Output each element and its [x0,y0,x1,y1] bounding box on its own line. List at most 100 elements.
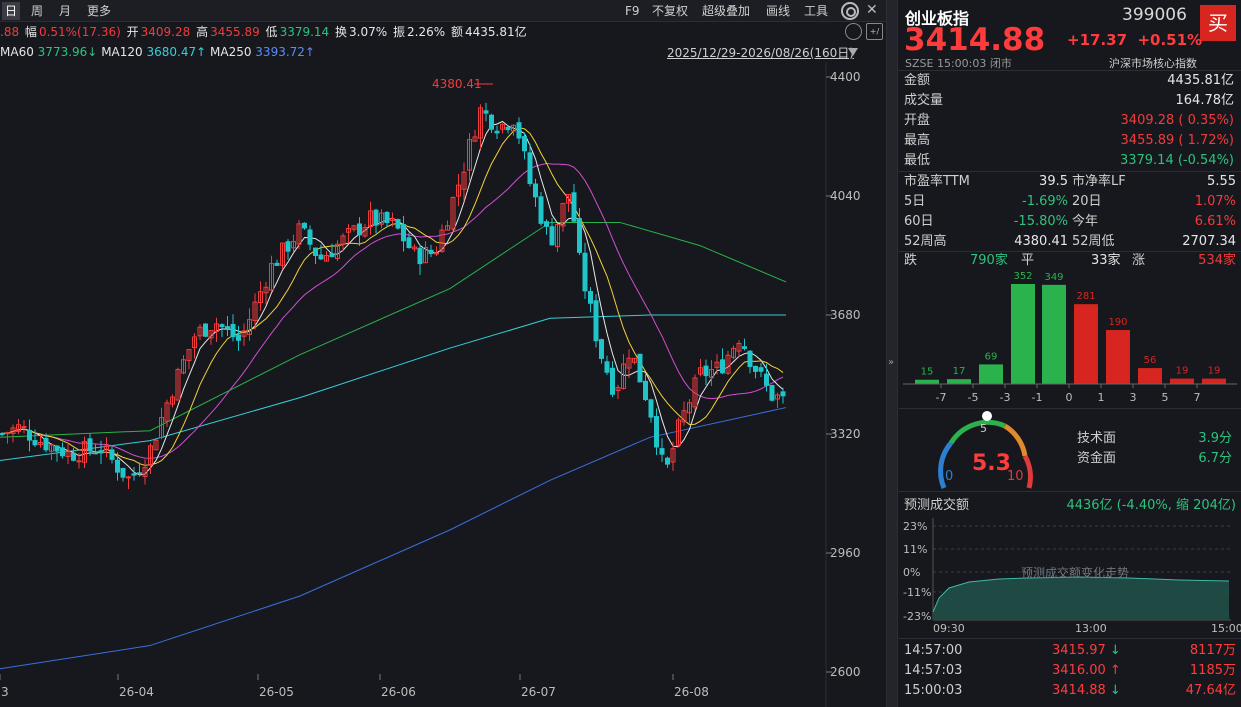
dist-bar [979,364,1003,384]
predict-y-label: -23% [903,610,931,623]
period-day-tab[interactable]: 日 [2,2,21,20]
dist-bar-label: 281 [1076,291,1095,302]
dist-bar-label: 17 [953,366,966,377]
d20-label: 20日 [1072,194,1102,209]
dist-tick-label: 3 [1130,391,1137,404]
y-tick-label: 3320 [830,427,861,441]
dist-tick-label: 5 [1162,391,1169,404]
low52-row: 52周低 2707.34 [1072,232,1236,252]
dist-bar [947,379,971,384]
high-label: 高 [196,25,209,39]
low52-label: 52周低 [1072,234,1115,249]
candle-body [538,196,544,224]
indicator-circle-icon[interactable] [845,23,862,40]
candle-body [318,254,324,260]
dist-bar-label: 349 [1044,272,1063,283]
status-text: 闭市 [989,57,1012,70]
candle-body [494,130,500,134]
candle-body [274,262,280,266]
candle-body [588,291,593,304]
predict-y-label: -11% [903,586,931,599]
y-tick-label: 4400 [830,70,861,84]
ytd-label: 今年 [1072,214,1099,229]
indicator-box-icon[interactable]: +/ [866,23,883,40]
candle-body [357,223,362,236]
candle-body [0,432,5,435]
decline-label: 跌 [904,253,918,268]
change-amount: +17.37 [1067,31,1128,49]
tick-volume: 1185万 [1189,663,1236,678]
pe-row: 市盈率TTM 39.5 [904,172,1068,192]
d20-value: 1.07% [1194,194,1236,209]
period-week-tab[interactable]: 周 [28,2,46,20]
market-status: SZSE 15:00:03 闭市 [905,55,1012,71]
draw-line-button[interactable]: 画线 [766,2,790,20]
gauge-pointer [982,411,992,421]
dist-bar [1042,284,1066,384]
tick-volume: 8117万 [1189,643,1236,658]
candle-body [577,218,582,253]
candle-body [126,476,131,479]
f9-button[interactable]: F9 [625,2,640,20]
candle-body [32,440,38,446]
predict-area [933,577,1229,620]
candle-body [428,249,434,255]
d60-value: -15.80% [1013,214,1068,229]
period-month-tab[interactable]: 月 [56,2,74,20]
buy-button[interactable]: 买 [1200,5,1236,41]
candle-body [659,448,665,455]
dist-bar [1138,368,1162,384]
tick-time: 14:57:03 [904,663,963,678]
candle-body [648,399,654,418]
amount-row-value: 4435.81亿 [1167,73,1234,88]
change-label: 幅 [24,25,37,39]
tick-time: 15:00:03 [904,683,963,698]
candle-body [527,152,533,184]
pb-value: 5.55 [1207,174,1236,189]
panel-splitter[interactable]: » [886,0,898,707]
candle-body [764,373,769,386]
high-row-value: 3455.89 ( 1.72%) [1120,133,1234,148]
candle-body [373,209,379,226]
expand-icon[interactable]: » [888,357,894,368]
candle-body [483,110,489,114]
d20-row: 20日 1.07% [1072,192,1236,212]
candle-body [489,114,494,130]
tick-price: 3415.97 ↓ [1052,643,1121,658]
y-tick-label: 2960 [830,546,861,560]
kline-chart[interactable]: 4380.41 440040403680332029602600 3 26-04 2… [0,62,886,707]
ma60-value: 3773.96↓ [37,45,98,59]
volume-row: 成交量 164.78亿 [904,91,1234,111]
change-percent: +0.51% [1137,31,1203,49]
period-more-tab[interactable]: 更多 [84,2,114,20]
dist-tick-label: -5 [968,391,979,404]
gear-icon[interactable] [841,2,859,20]
no-adjust-button[interactable]: 不复权 [652,2,688,20]
candle-body [599,339,604,359]
tools-button[interactable]: 工具 [804,2,828,20]
tick-time: 14:57:00 [904,643,963,658]
low-row: 最低 3379.14 (-0.54%) [904,151,1234,171]
predict-chart: 23% 11% 0% -11% -23% 预测成交额变化走势 09:30 13:00 15:00 [903,518,1241,634]
dist-bar [1170,378,1194,384]
x-tick-label: 26-05 [259,685,294,699]
quote-time: 15:00:03 [936,57,987,70]
pe-label: 市盈率TTM [904,174,970,189]
dist-bar [1202,378,1226,384]
super-overlay-button[interactable]: 超级叠加 [702,2,750,20]
advance-label: 涨 [1132,253,1146,268]
amount-row-label: 金额 [904,73,931,88]
chevron-down-icon[interactable] [848,48,858,56]
dist-tick-label: -1 [1032,391,1043,404]
date-range-link[interactable]: 2025/12/29-2026/08/26(160日) [667,44,854,61]
candle-body [115,459,120,473]
score-gauge: 5.3 0 5 10 [938,411,1033,489]
candle-body [43,437,49,451]
candle-body [703,365,709,377]
close-icon[interactable]: ✕ [866,2,878,18]
ma250-label: MA250 [210,45,252,59]
predict-y-label: 0% [903,566,920,579]
advance-decline: 跌 790家 平 33家 涨 534家 [904,251,1236,271]
ma250-value: 3393.72↑ [255,45,315,59]
low-value: 3379.14 [279,25,330,39]
